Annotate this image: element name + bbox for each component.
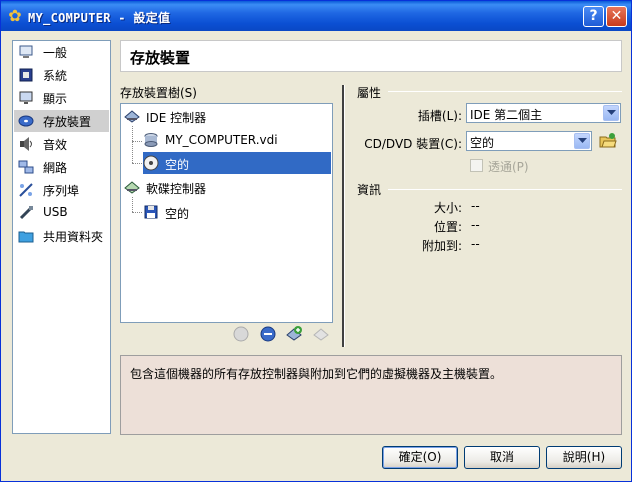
- passthrough-label: 透通(P): [488, 160, 529, 174]
- storage-tree-label: 存放裝置樹(S): [120, 86, 197, 100]
- tree-node-label: IDE 控制器: [146, 111, 207, 125]
- sidebar-item-serial-port[interactable]: 序列埠: [14, 179, 109, 201]
- tree-floppy-drive[interactable]: 空的: [143, 201, 329, 223]
- help-button[interactable]: 說明(H): [546, 446, 622, 469]
- sidebar-item-shared-folders[interactable]: 共用資料夾: [14, 225, 109, 247]
- attributes-divider: [388, 91, 622, 92]
- tree-ide-cd[interactable]: 空的: [143, 152, 331, 174]
- cd-icon: [143, 155, 159, 171]
- page-title: 存放裝置: [130, 49, 191, 67]
- description-text: 包含這個機器的所有存放控制器與附加到它們的虛擬機器及主機裝置。: [130, 367, 503, 381]
- usb-icon: [19, 206, 33, 220]
- sidebar-item-label: 網路: [43, 161, 68, 175]
- hard-disk-icon: [144, 133, 158, 147]
- serial-port-icon: [19, 183, 33, 197]
- sidebar-item-label: 一般: [43, 46, 68, 60]
- tree-node-label: 空的: [165, 207, 190, 221]
- sidebar-item-label: 共用資料夾: [43, 230, 104, 244]
- size-value: --: [471, 199, 480, 213]
- gear-icon: ✿: [8, 6, 22, 25]
- chevron-down-icon[interactable]: [574, 133, 590, 149]
- description-box: 包含這個機器的所有存放控制器與附加到它們的虛擬機器及主機裝置。: [120, 355, 622, 435]
- settings-window: ✿ MY_COMPUTER - 設定值 ? ✕ 一般 系統 顯示 存放裝置 音效…: [0, 0, 632, 482]
- sidebar-item-usb[interactable]: USB: [14, 202, 109, 224]
- help-title-button[interactable]: ?: [583, 6, 604, 27]
- sidebar-item-label: 系統: [43, 69, 68, 83]
- tree-ide-controller[interactable]: IDE 控制器: [124, 105, 329, 127]
- category-list[interactable]: 一般 系統 顯示 存放裝置 音效 網路 序列埠 USB 共用資料夾: [12, 40, 111, 434]
- size-label: 大小:: [433, 201, 462, 215]
- floppy-icon: [144, 205, 158, 219]
- chevron-down-icon[interactable]: [603, 105, 619, 121]
- cd-value: 空的: [470, 136, 495, 150]
- network-icon: [18, 160, 34, 174]
- add-attachment-icon[interactable]: [285, 325, 303, 343]
- storage-tree[interactable]: IDE 控制器 MY_COMPUTER.vdi 空的 軟碟控制器 空的: [120, 103, 333, 323]
- sidebar-item-general[interactable]: 一般: [14, 41, 109, 63]
- audio-speaker-icon: [20, 137, 32, 151]
- tree-floppy-controller[interactable]: 軟碟控制器: [124, 176, 329, 198]
- sidebar-item-label: 顯示: [43, 92, 68, 106]
- sidebar-item-network[interactable]: 網路: [14, 156, 109, 178]
- sidebar-item-system[interactable]: 系統: [14, 64, 109, 86]
- sidebar-item-audio[interactable]: 音效: [14, 133, 109, 155]
- cd-label: CD/DVD 裝置(C):: [364, 137, 462, 151]
- passthrough-checkbox[interactable]: [470, 159, 483, 172]
- attached-label: 附加到:: [421, 239, 462, 253]
- info-divider: [388, 189, 622, 190]
- display-icon: [19, 91, 33, 104]
- location-label: 位置:: [433, 220, 462, 234]
- controller-icon: [124, 181, 140, 194]
- monitor-general-icon: [19, 45, 33, 58]
- location-value: --: [471, 218, 480, 232]
- sidebar-item-label: 存放裝置: [43, 115, 92, 129]
- info-section-label: 資訊: [357, 183, 382, 197]
- tree-node-label: 空的: [165, 158, 190, 172]
- ok-button[interactable]: 確定(O): [382, 446, 458, 469]
- close-button[interactable]: ✕: [606, 6, 627, 27]
- cancel-button[interactable]: 取消: [464, 446, 540, 469]
- sidebar-item-label: USB: [43, 205, 68, 219]
- title-bar[interactable]: ✿ MY_COMPUTER - 設定值 ? ✕: [1, 1, 631, 31]
- storage-disk-icon: [18, 115, 34, 127]
- controller-icon: [124, 110, 140, 123]
- splitter[interactable]: [342, 85, 345, 347]
- open-folder-icon[interactable]: [599, 132, 617, 150]
- remove-controller-icon[interactable]: [232, 325, 250, 343]
- window-title: MY_COMPUTER - 設定值: [28, 11, 171, 25]
- attributes-section-label: 屬性: [357, 86, 382, 100]
- tree-node-label: MY_COMPUTER.vdi: [165, 133, 278, 147]
- remove-attachment-icon[interactable]: [312, 325, 330, 343]
- system-chip-icon: [19, 68, 33, 82]
- sidebar-item-label: 序列埠: [43, 184, 80, 198]
- attached-value: --: [471, 237, 480, 251]
- cd-select[interactable]: 空的: [466, 131, 592, 151]
- tree-ide-disk[interactable]: MY_COMPUTER.vdi: [143, 129, 329, 151]
- sidebar-item-label: 音效: [43, 138, 68, 152]
- tree-node-label: 軟碟控制器: [146, 182, 207, 196]
- sidebar-item-storage[interactable]: 存放裝置: [14, 110, 109, 132]
- sidebar-item-display[interactable]: 顯示: [14, 87, 109, 109]
- page-title-box: 存放裝置: [120, 40, 622, 72]
- slot-select[interactable]: IDE 第二個主: [466, 103, 621, 123]
- add-controller-icon[interactable]: [259, 325, 277, 343]
- slot-value: IDE 第二個主: [470, 108, 543, 122]
- shared-folder-icon: [18, 231, 34, 243]
- slot-label: 插槽(L):: [417, 109, 462, 123]
